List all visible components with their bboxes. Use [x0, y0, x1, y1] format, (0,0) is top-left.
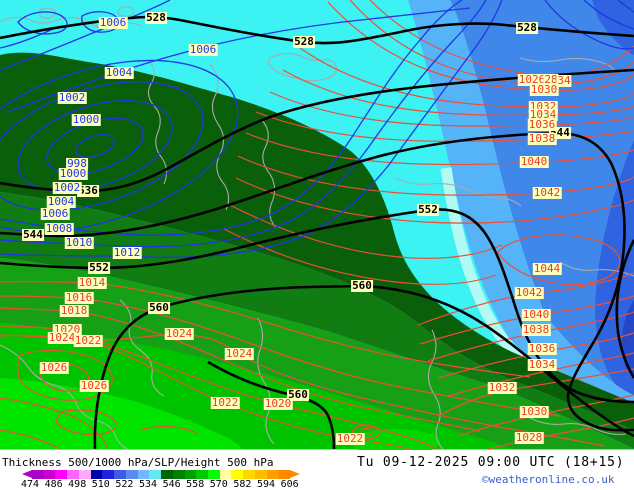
- slp-label-low: 1002: [52, 181, 82, 194]
- slp-label-high: 1038: [527, 132, 557, 145]
- colorbar-segment: [184, 470, 197, 479]
- height-label: 528: [516, 21, 538, 34]
- slp-label-high: 1022: [335, 432, 365, 445]
- colorbar-segment: [161, 470, 173, 479]
- slp-label-high: 1040: [521, 308, 551, 321]
- slp-label-low: 1008: [44, 222, 74, 235]
- slp-label-high: 1026: [39, 361, 69, 374]
- slp-label-high: 1042: [532, 186, 562, 199]
- valid-datetime: Tu 09-12-2025 09:00 UTC (18+15): [357, 455, 625, 470]
- colorbar-segment: [219, 470, 232, 479]
- slp-label-high: 1038: [521, 323, 551, 336]
- slp-label-low: 1000: [58, 167, 88, 180]
- slp-label-high: 1030: [519, 405, 549, 418]
- colorbar-tick: 594: [256, 479, 276, 490]
- slp-label-low: 1006: [40, 207, 70, 220]
- slp-label-high: 34: [556, 74, 572, 87]
- colorbar-segment: [43, 470, 56, 479]
- slp-label-high: 1042: [514, 286, 544, 299]
- colorbar-segments: [32, 470, 291, 479]
- slp-label-high: 1034: [527, 358, 557, 371]
- colorbar-segment: [90, 470, 103, 479]
- slp-label-high: 1036: [527, 342, 557, 355]
- weather-chart: 528 528 528 536 544 544 552 552 560 560 560 1006 100…: [0, 0, 634, 490]
- colorbar-segment: [243, 470, 255, 479]
- height-label: 560: [351, 279, 373, 292]
- slp-label-low: 1006: [98, 16, 128, 29]
- colorbar-segment: [149, 470, 162, 479]
- copyright-link[interactable]: ©weatheronline.co.uk: [482, 473, 614, 486]
- slp-label-low: 1006: [188, 43, 218, 56]
- map-canvas: 528 528 528 536 544 544 552 552 560 560 560 1006 100…: [0, 0, 634, 450]
- slp-label-high: 1016: [64, 291, 94, 304]
- slp-label-low: 1002: [57, 91, 87, 104]
- colorbar-tick: 582: [233, 479, 252, 490]
- colorbar-segment: [196, 470, 209, 479]
- slp-label-high: 1026: [79, 379, 109, 392]
- colorbar-segment: [125, 470, 138, 479]
- colorbar-segment: [67, 470, 79, 479]
- isobar-labels-layer: 528 528 528 536 544 544 552 552 560 560 560 1006 100…: [0, 0, 634, 450]
- slp-label-high: 1022: [210, 396, 240, 409]
- slp-label-high: 1020: [263, 397, 293, 410]
- colorbar-tick: 534: [138, 479, 158, 490]
- slp-label-high: 1030: [529, 83, 559, 96]
- slp-label-high: 1024: [164, 327, 194, 340]
- colorbar-segment: [137, 470, 150, 479]
- slp-label-low: 1010: [64, 236, 94, 249]
- colorbar-tick: 498: [68, 479, 87, 490]
- colorbar-tick: 486: [44, 479, 63, 490]
- slp-label-high: 1036: [527, 118, 557, 131]
- colorbar-tick: 510: [91, 479, 110, 490]
- colorbar-segment: [266, 470, 279, 479]
- colorbar-segment: [55, 470, 68, 479]
- slp-label-high: 1044: [532, 262, 562, 275]
- colorbar-segment: [208, 470, 220, 479]
- slp-label-high: 1024: [224, 347, 254, 360]
- colorbar-segment: [254, 470, 267, 479]
- colorbar-tick: 474: [20, 479, 40, 490]
- colorbar-tick: 558: [186, 479, 205, 490]
- thickness-colorbar: [22, 470, 300, 479]
- slp-label-low: 1012: [112, 246, 142, 259]
- slp-label-high: 1040: [519, 155, 549, 168]
- colorbar-segment: [78, 470, 91, 479]
- footer: Thickness 500/1000 hPa/SLP/Height 500 hP…: [0, 450, 634, 490]
- height-label: 552: [417, 203, 439, 216]
- colorbar-segment: [114, 470, 126, 479]
- slp-label-high: 1024: [47, 331, 77, 344]
- colorbar-segment: [102, 470, 115, 479]
- colorbar-tick: 522: [115, 479, 134, 490]
- slp-label-high: 1028: [514, 431, 544, 444]
- slp-label-high: 1014: [77, 276, 107, 289]
- colorbar-segment: [231, 470, 244, 479]
- height-label: 528: [293, 35, 315, 48]
- colorbar-left-arrow: [22, 470, 32, 478]
- height-label: 528: [145, 11, 167, 24]
- colorbar-segment: [172, 470, 185, 479]
- height-label: 560: [148, 301, 170, 314]
- colorbar-tick: 570: [209, 479, 228, 490]
- colorbar-segment: [32, 470, 44, 479]
- height-label: 552: [88, 261, 110, 274]
- colorbar-right-arrow: [290, 470, 300, 478]
- slp-label-high: 1022: [73, 334, 103, 347]
- chart-title: Thickness 500/1000 hPa/SLP/Height 500 hP…: [2, 456, 274, 469]
- colorbar-segment: [278, 470, 291, 479]
- height-label: 544: [22, 228, 44, 241]
- colorbar-tick: 606: [280, 479, 299, 490]
- colorbar-tick-labels: 474 486 498 510 522 534 546 558 570 582 594 606: [0, 479, 320, 490]
- slp-label-low: 1004: [104, 66, 134, 79]
- slp-label-low: 1000: [71, 113, 101, 126]
- slp-label-high: 1032: [487, 381, 517, 394]
- colorbar-tick: 546: [162, 479, 181, 490]
- slp-label-high: 1018: [59, 304, 89, 317]
